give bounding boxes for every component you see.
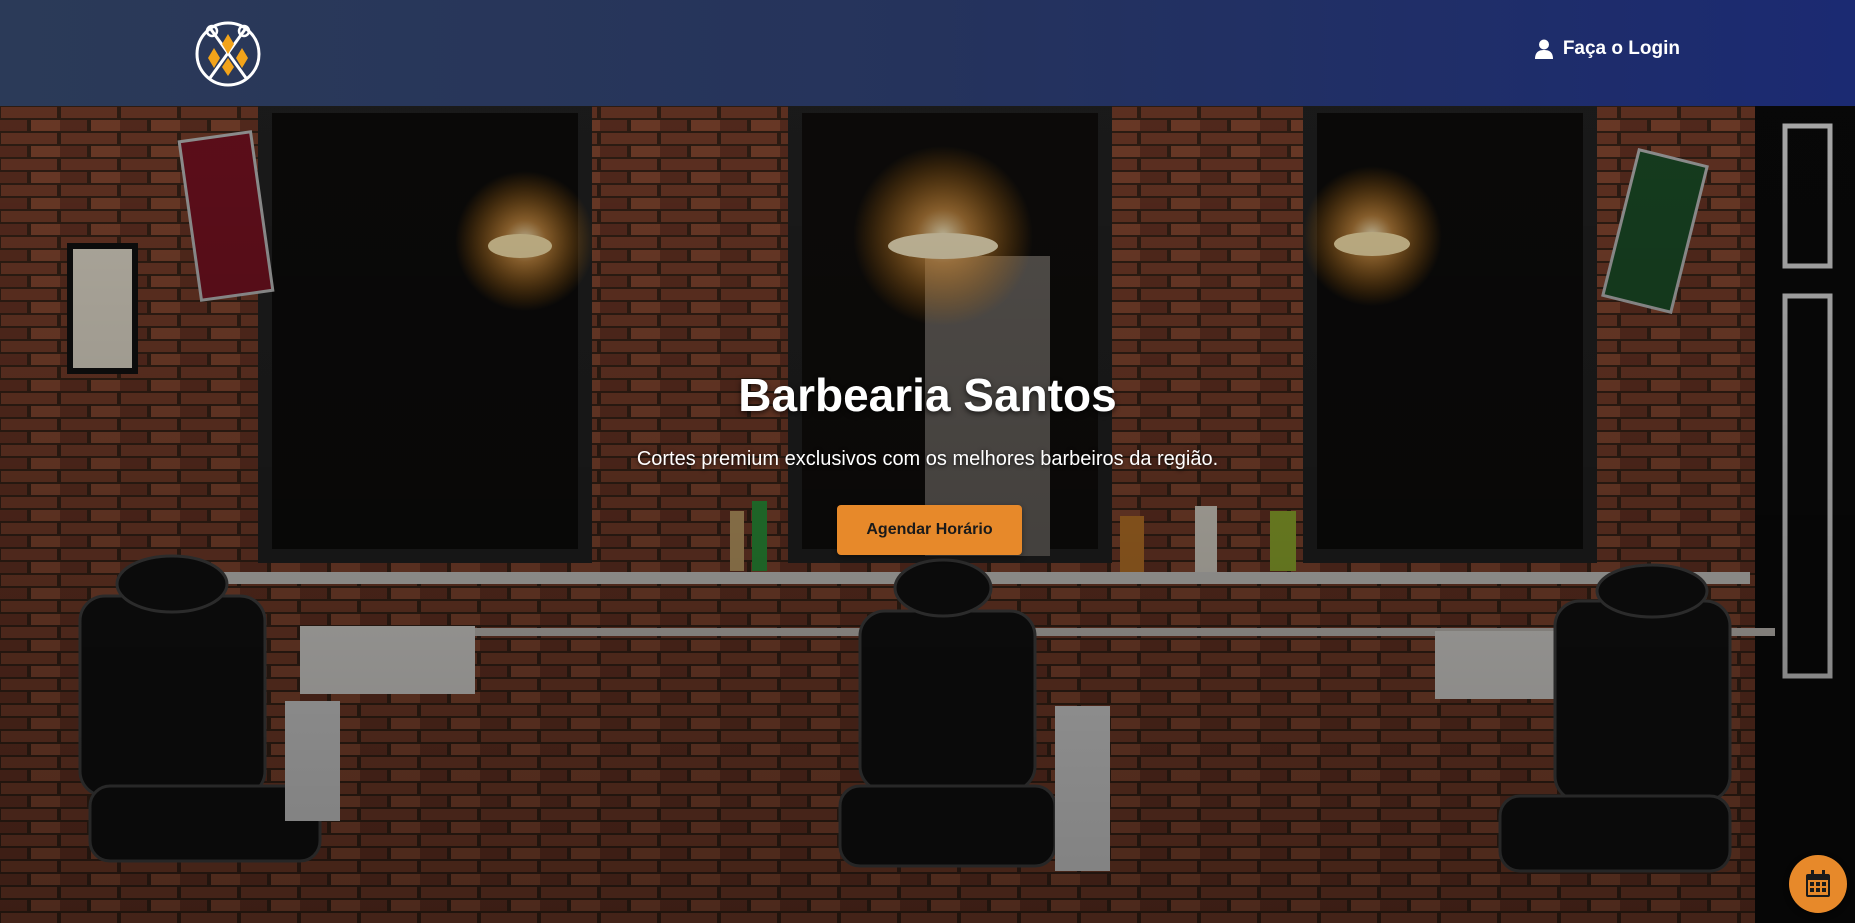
hero-title: Barbearia Santos [738, 369, 1117, 421]
hero-subtitle: Cortes premium exclusivos com os melhore… [636, 448, 1219, 470]
user-icon [1534, 39, 1553, 59]
login-label: Faça o Login [1562, 38, 1680, 59]
hero-section: Barbearia Santos Cortes premium exclusiv… [0, 106, 1855, 923]
navbar: Faça o Login [0, 0, 1855, 106]
login-link[interactable]: Faça o Login [1534, 38, 1680, 60]
schedule-fab-button[interactable] [1789, 855, 1847, 913]
calendar-icon [1806, 870, 1830, 897]
scissors-diamond-logo-icon[interactable] [194, 20, 262, 88]
schedule-button[interactable]: Agendar Horário [837, 505, 1022, 555]
